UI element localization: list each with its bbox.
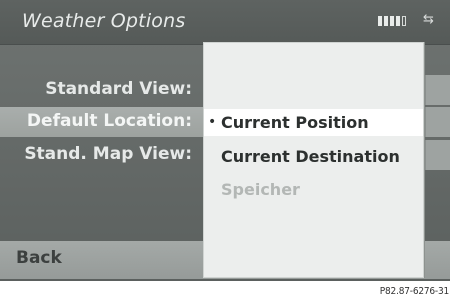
value-field-standard-view bbox=[425, 75, 450, 105]
option-current-destination[interactable]: Current Destination bbox=[204, 143, 423, 170]
menu-item-label: Standard View: bbox=[45, 79, 192, 99]
back-button-label: Back bbox=[16, 248, 62, 268]
signal-strength-icon bbox=[378, 16, 406, 26]
value-field-default-location bbox=[425, 107, 450, 137]
title-bar: Weather Options ⇆ bbox=[0, 0, 450, 45]
menu-item-label: Stand. Map View: bbox=[24, 144, 192, 164]
option-current-position[interactable]: • Current Position bbox=[204, 109, 423, 136]
menu-item-label: Default Location: bbox=[26, 111, 192, 131]
option-label: Current Position bbox=[221, 113, 369, 132]
network-arrows-icon: ⇆ bbox=[423, 12, 434, 27]
location-options-popup: • Current Position Current Destination S… bbox=[203, 42, 424, 278]
display-screen: Weather Options ⇆ Standard View: Default… bbox=[0, 0, 450, 281]
figure-code: P82.87-6276-31 bbox=[379, 286, 449, 297]
page-title: Weather Options bbox=[22, 10, 186, 32]
option-label: Speicher bbox=[221, 180, 300, 199]
value-field-stand-map-view bbox=[425, 140, 450, 170]
option-label: Current Destination bbox=[221, 147, 400, 166]
option-speicher: Speicher bbox=[204, 176, 423, 203]
selected-bullet-icon: • bbox=[208, 114, 217, 130]
